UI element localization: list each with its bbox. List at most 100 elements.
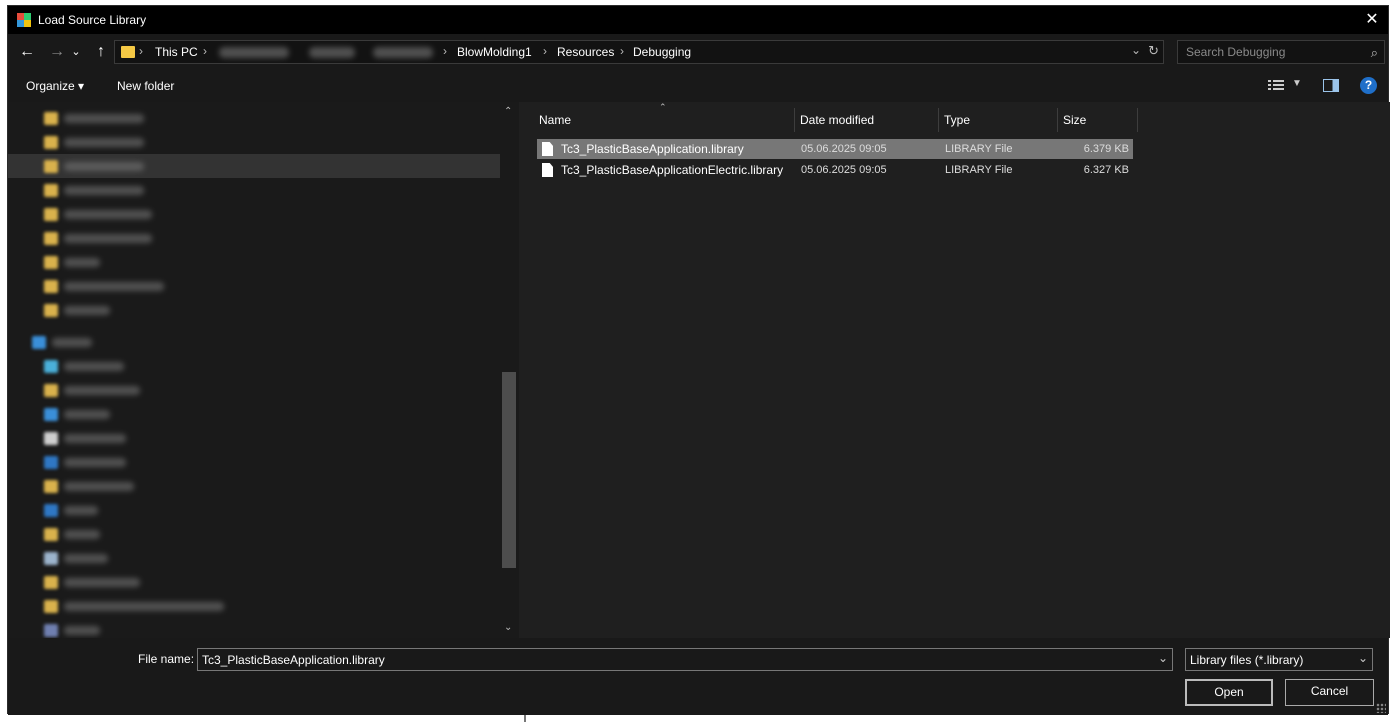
tree-item[interactable]	[8, 618, 500, 638]
tree-item[interactable]	[8, 274, 500, 298]
tree-item[interactable]	[8, 450, 500, 474]
breadcrumb-debugging[interactable]: Debugging	[633, 45, 691, 59]
tree-item[interactable]	[8, 426, 500, 450]
tree-item[interactable]	[8, 570, 500, 594]
scroll-thumb[interactable]	[502, 372, 516, 568]
folder-icon	[44, 208, 58, 221]
videos-icon	[44, 624, 58, 637]
file-name-input[interactable]	[202, 653, 1142, 667]
tree-item[interactable]	[8, 250, 500, 274]
breadcrumb-blowmolding1[interactable]: BlowMolding1	[457, 45, 532, 59]
forward-button[interactable]: →	[46, 42, 68, 62]
preview-pane-icon[interactable]	[1323, 79, 1339, 92]
new-folder-button[interactable]: New folder	[117, 79, 174, 93]
objects-icon	[44, 360, 58, 373]
organize-button[interactable]: Organize ▾	[26, 79, 84, 93]
refresh-icon[interactable]: ↻	[1148, 43, 1159, 59]
navigation-scrollbar[interactable]: ⌃ ⌄	[500, 102, 519, 638]
breadcrumb-separator[interactable]: ›	[620, 44, 624, 58]
tree-item[interactable]	[8, 178, 500, 202]
search-input[interactable]	[1186, 45, 1356, 59]
address-dropdown-icon[interactable]: ⌄	[1131, 43, 1141, 57]
search-icon[interactable]: ⌕	[1371, 45, 1378, 61]
file-name: Tc3_PlasticBaseApplication.library	[561, 142, 744, 156]
file-name-combobox[interactable]: ⌄	[197, 648, 1173, 671]
column-separator[interactable]	[1057, 108, 1058, 132]
breadcrumb-obscured[interactable]	[373, 47, 433, 58]
open-button[interactable]: Open	[1185, 679, 1273, 706]
chevron-down-icon[interactable]: ⌄	[1358, 651, 1368, 665]
column-header-size[interactable]: Size	[1063, 108, 1086, 132]
breadcrumb-obscured[interactable]	[309, 47, 355, 58]
address-bar[interactable]: › This PC › › BlowMolding1 › Resources ›…	[114, 40, 1164, 64]
folder-icon	[44, 480, 58, 493]
tree-item-selected[interactable]	[8, 154, 500, 178]
navigation-pane[interactable]: ⌃ ⌄	[8, 102, 519, 638]
column-header-type[interactable]: Type	[944, 108, 970, 132]
downloads-icon	[44, 456, 58, 469]
breadcrumb-resources[interactable]: Resources	[557, 45, 614, 59]
file-row-selected[interactable]: Tc3_PlasticBaseApplication.library 05.06…	[537, 139, 1133, 159]
scroll-up-icon[interactable]: ⌃	[504, 106, 512, 117]
tree-item[interactable]	[8, 298, 500, 322]
folder-icon	[121, 46, 135, 58]
file-type-filter-select[interactable]: Library files (*.library) ⌄	[1185, 648, 1373, 671]
close-button[interactable]: ✕	[1356, 6, 1388, 34]
view-details-icon[interactable]	[1268, 79, 1284, 91]
tree-item[interactable]	[8, 354, 500, 378]
tree-item[interactable]	[8, 130, 500, 154]
music-icon	[44, 504, 58, 517]
file-list-pane[interactable]: ⌃ Name Date modified Type Size Tc3_Plast…	[519, 102, 1390, 638]
breadcrumb-separator[interactable]: ›	[203, 44, 207, 58]
recent-locations-button[interactable]: ⌄	[70, 42, 82, 62]
documents-icon	[44, 432, 58, 445]
breadcrumb-separator[interactable]: ›	[443, 44, 447, 58]
breadcrumb-separator[interactable]: ›	[139, 44, 143, 58]
breadcrumb-separator[interactable]: ›	[543, 44, 547, 58]
file-type: LIBRARY File	[945, 143, 1013, 155]
folder-icon	[44, 528, 58, 541]
tree-item[interactable]	[8, 402, 500, 426]
navigation-bar: ← → ⌄ ↑ › This PC › › BlowMolding1 › Res…	[8, 34, 1388, 70]
tree-item[interactable]	[8, 594, 500, 618]
tree-item[interactable]	[8, 202, 500, 226]
column-separator[interactable]	[1137, 108, 1138, 132]
pictures-icon	[44, 552, 58, 565]
breadcrumb-obscured[interactable]	[219, 47, 289, 58]
load-source-library-dialog: Load Source Library ✕ ← → ⌄ ↑ › This PC …	[7, 5, 1390, 715]
folder-icon	[44, 136, 58, 149]
folder-icon	[44, 184, 58, 197]
breadcrumb-this-pc[interactable]: This PC	[155, 45, 198, 59]
command-toolbar: Organize ▾ New folder ▼ ?	[8, 70, 1388, 102]
tree-item[interactable]	[8, 498, 500, 522]
computer-icon	[32, 336, 46, 349]
column-separator[interactable]	[938, 108, 939, 132]
file-row[interactable]: Tc3_PlasticBaseApplicationElectric.libra…	[537, 160, 1133, 180]
tree-item[interactable]	[8, 378, 500, 402]
column-header-name[interactable]: Name	[539, 108, 571, 132]
chevron-down-icon[interactable]: ⌄	[1158, 651, 1168, 665]
column-separator[interactable]	[794, 108, 795, 132]
back-button[interactable]: ←	[16, 42, 38, 62]
cancel-button[interactable]: Cancel	[1285, 679, 1374, 706]
help-icon[interactable]: ?	[1360, 77, 1377, 94]
search-box[interactable]: ⌕	[1177, 40, 1385, 64]
tree-item[interactable]	[8, 106, 500, 130]
tree-item[interactable]	[8, 546, 500, 570]
dialog-footer: File name: ⌄ Library files (*.library) ⌄…	[8, 638, 1388, 715]
up-button[interactable]: ↑	[90, 42, 112, 62]
folder-icon	[44, 112, 58, 125]
folder-icon	[44, 232, 58, 245]
file-icon	[542, 142, 553, 156]
resize-grip[interactable]	[1376, 703, 1386, 713]
tree-item[interactable]	[8, 522, 500, 546]
tree-item-this-pc[interactable]	[8, 330, 500, 354]
sort-ascending-icon: ⌃	[659, 102, 667, 112]
tree-item[interactable]	[8, 474, 500, 498]
desktop-icon	[44, 408, 58, 421]
scroll-down-icon[interactable]: ⌄	[504, 622, 512, 633]
tree-item[interactable]	[8, 226, 500, 250]
view-dropdown-icon[interactable]: ▼	[1292, 78, 1302, 89]
title-bar: Load Source Library ✕	[8, 6, 1388, 34]
column-header-date-modified[interactable]: Date modified	[800, 108, 874, 132]
